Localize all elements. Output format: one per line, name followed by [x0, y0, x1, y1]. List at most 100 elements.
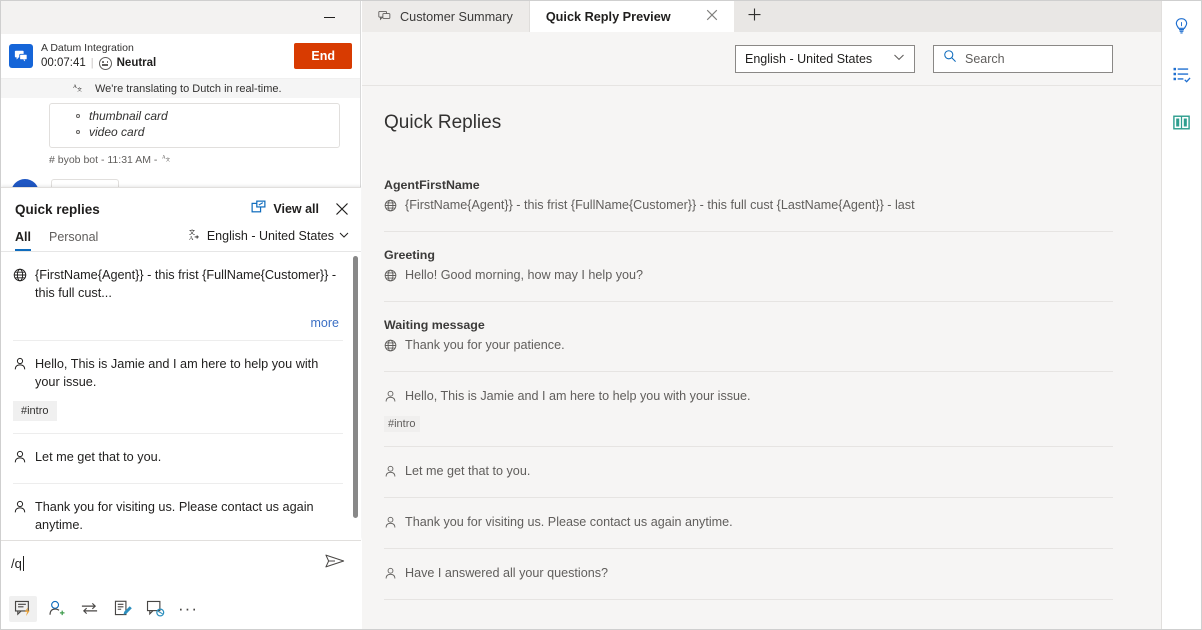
- close-icon[interactable]: [335, 202, 349, 216]
- minimize-button[interactable]: [314, 6, 344, 30]
- tab-customer-summary[interactable]: Customer Summary: [362, 1, 530, 32]
- notes-icon[interactable]: [108, 596, 136, 622]
- globe-icon: [384, 199, 397, 217]
- add-tab-button[interactable]: [734, 1, 776, 32]
- conversation-title: A Datum Integration: [41, 42, 294, 55]
- main-content: Customer Summary Quick Reply Preview Eng…: [362, 1, 1161, 629]
- translate-icon: A文: [162, 153, 172, 166]
- translation-notice: A文 We're translating to Dutch in real-ti…: [1, 79, 360, 98]
- chevron-down-icon: [339, 229, 349, 243]
- quick-reply-line: Thank you for visiting us. Please contac…: [13, 498, 339, 534]
- conversation-status-row: 00:07:41 | Neutral: [41, 56, 294, 71]
- tab-label: Customer Summary: [400, 10, 513, 24]
- svg-text:A: A: [73, 84, 77, 90]
- preview-row-body: Thank you for visiting us. Please contac…: [384, 514, 1113, 534]
- list-item[interactable]: Hello, This is Jamie and I am here to he…: [13, 341, 343, 434]
- preview-row[interactable]: Greeting Hello! Good morning, how may I …: [384, 232, 1113, 302]
- text-caret: [23, 556, 24, 571]
- list-item[interactable]: Let me get that to you.: [13, 434, 343, 484]
- preview-row-title: AgentFirstName: [384, 178, 1113, 192]
- preview-row-body: {FirstName{Agent}} - this frist {FullNam…: [384, 197, 1113, 217]
- svg-text:文: 文: [166, 156, 171, 163]
- quick-replies-title: Quick replies: [15, 202, 251, 217]
- preview-row-title: Greeting: [384, 248, 1113, 262]
- chevron-down-icon: [893, 51, 905, 66]
- end-conversation-button[interactable]: End: [294, 43, 352, 69]
- quick-reply-text: Let me get that to you.: [35, 448, 161, 466]
- tab-all[interactable]: All: [15, 230, 31, 251]
- preview-row[interactable]: Thank you for visiting us. Please contac…: [384, 498, 1113, 549]
- quick-reply-text: Hello, This is Jamie and I am here to he…: [35, 355, 339, 391]
- page-title: Quick Replies: [384, 112, 1113, 134]
- more-link[interactable]: more: [13, 302, 339, 340]
- language-dropdown[interactable]: English - United States: [735, 45, 915, 73]
- quick-reply-text: Thank you for visiting us. Please contac…: [35, 498, 339, 534]
- more-options-button[interactable]: ···: [174, 596, 202, 622]
- preview-row-text: Let me get that to you.: [405, 463, 530, 480]
- list-item[interactable]: {FirstName{Agent}} - this frist {FullNam…: [13, 252, 343, 341]
- list-item[interactable]: Thank you for visiting us. Please contac…: [13, 484, 343, 540]
- composer-value: /q: [11, 556, 22, 571]
- preview-row[interactable]: Have I answered all your questions?: [384, 549, 1113, 600]
- preview-row-body: Hello! Good morning, how may I help you?: [384, 267, 1113, 287]
- transfer-icon[interactable]: [75, 596, 103, 622]
- search-input[interactable]: [965, 52, 1103, 66]
- preview-row[interactable]: AgentFirstName {FirstName{Agent}} - this…: [384, 178, 1113, 232]
- quick-replies-tabs: All Personal 文A English - United States: [1, 222, 361, 251]
- preview-row-tag: #intro: [384, 416, 420, 432]
- view-all-button[interactable]: View all: [251, 200, 319, 218]
- sentiment-label: Neutral: [117, 56, 157, 71]
- person-icon: [13, 500, 27, 519]
- quick-replies-list[interactable]: {FirstName{Agent}} - this frist {FullNam…: [1, 252, 361, 540]
- preview-row[interactable]: Hello, This is Jamie and I am here to he…: [384, 372, 1113, 447]
- globe-icon: [13, 268, 27, 287]
- chat-panel: A Datum Integration 00:07:41 | Neutral E…: [1, 1, 361, 630]
- flyout-language-selector[interactable]: 文A English - United States: [189, 228, 349, 251]
- preview-row-body: Let me get that to you.: [384, 463, 1113, 483]
- message-meta: # byob bot - 11:31 AM - A文: [1, 148, 360, 166]
- message-composer[interactable]: /q: [1, 540, 361, 586]
- search-box[interactable]: [933, 45, 1113, 73]
- minimize-icon: [324, 17, 335, 18]
- consult-icon[interactable]: [141, 596, 169, 622]
- tab-quick-reply-preview[interactable]: Quick Reply Preview: [530, 1, 734, 32]
- add-participant-icon[interactable]: [42, 596, 70, 622]
- adaptive-card-stub: thumbnail card video card: [49, 103, 340, 148]
- preview-row[interactable]: Let me get that to you.: [384, 447, 1113, 498]
- send-icon[interactable]: [325, 553, 345, 574]
- conversation-meta: A Datum Integration 00:07:41 | Neutral: [41, 42, 294, 71]
- meta-divider: |: [91, 56, 94, 71]
- knowledge-book-icon[interactable]: [1167, 109, 1197, 135]
- chat-transcript: A文 We're translating to Dutch in real-ti…: [1, 79, 360, 189]
- person-icon: [13, 450, 27, 469]
- tab-strip: Customer Summary Quick Reply Preview: [362, 1, 1161, 32]
- lightbulb-icon[interactable]: [1167, 13, 1197, 39]
- tab-personal[interactable]: Personal: [49, 230, 98, 251]
- preview-row[interactable]: Waiting message Thank you for your patie…: [384, 302, 1113, 372]
- preview-row-body: Thank you for your patience.: [384, 337, 1113, 357]
- agent-scripts-icon[interactable]: [1167, 61, 1197, 87]
- card-bullet-text: video card: [89, 125, 144, 139]
- preview-row-text: Thank you for your patience.: [405, 337, 565, 354]
- preview-row-title: Waiting message: [384, 318, 1113, 332]
- card-bullet-item: video card: [50, 124, 339, 140]
- language-dropdown-value: English - United States: [745, 52, 893, 66]
- close-icon[interactable]: [706, 9, 718, 24]
- svg-text:文: 文: [77, 85, 82, 92]
- preview-row-text: {FirstName{Agent}} - this frist {FullNam…: [405, 197, 915, 214]
- composer-input[interactable]: /q: [11, 556, 325, 571]
- quick-replies-flyout: Quick replies View all All: [1, 187, 361, 540]
- quick-reply-text: {FirstName{Agent}} - this frist {FullNam…: [35, 266, 339, 302]
- neutral-face-icon: [99, 57, 112, 70]
- bullet-icon: [76, 114, 80, 118]
- quick-replies-scrollbar[interactable]: [353, 256, 358, 518]
- quick-reply-line: Let me get that to you.: [13, 448, 339, 469]
- view-all-label: View all: [273, 202, 319, 216]
- person-icon: [384, 567, 397, 585]
- quick-reply-icon[interactable]: [9, 596, 37, 622]
- more-options-label: ···: [178, 604, 198, 614]
- person-icon: [384, 516, 397, 534]
- conversation-header: A Datum Integration 00:07:41 | Neutral E…: [1, 34, 360, 79]
- open-in-new-icon: [251, 200, 266, 218]
- preview-row-body: Have I answered all your questions?: [384, 565, 1113, 585]
